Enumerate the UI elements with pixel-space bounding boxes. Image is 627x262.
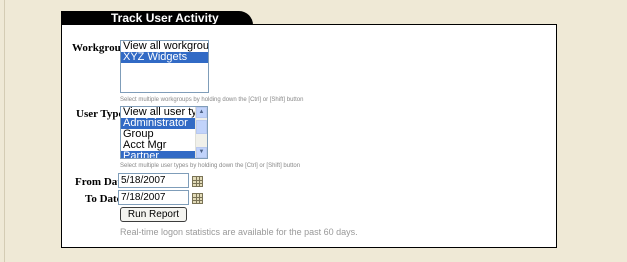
run-report-button[interactable]: Run Report: [120, 207, 187, 222]
from-date-input[interactable]: 5/18/2007: [118, 173, 189, 188]
user-type-scrollbar[interactable]: ▲ ▼: [195, 107, 207, 158]
to-date-label: To Date: [85, 193, 122, 205]
panel-tab-bar: Track User Activity: [61, 9, 557, 25]
workgroup-label: Workgroup: [72, 42, 127, 54]
user-type-option-partner[interactable]: Partner: [121, 151, 195, 158]
workgroup-hint: Select multiple workgroups by holding do…: [120, 97, 304, 103]
chevron-down-icon[interactable]: ▼: [196, 147, 207, 158]
page-left-rule: [4, 0, 5, 262]
logon-statistics-note: Real-time logon statistics are available…: [120, 227, 358, 237]
calendar-icon[interactable]: [192, 193, 203, 204]
user-type-label: User Type: [76, 108, 124, 120]
calendar-icon[interactable]: [192, 176, 203, 187]
user-type-hint: Select multiple user types by holding do…: [120, 163, 301, 169]
panel-title: Track User Activity: [111, 11, 219, 25]
scrollbar-thumb[interactable]: [196, 120, 207, 134]
chevron-up-icon[interactable]: ▲: [196, 107, 207, 118]
to-date-input[interactable]: 7/18/2007: [118, 190, 189, 205]
panel-title-tab: Track User Activity: [61, 11, 253, 25]
user-type-listbox[interactable]: View all user types Administrator Group …: [120, 106, 208, 159]
workgroup-listbox[interactable]: View all workgroups XYZ Widgets: [120, 40, 209, 93]
workgroup-option-xyz-widgets[interactable]: XYZ Widgets: [121, 52, 208, 63]
